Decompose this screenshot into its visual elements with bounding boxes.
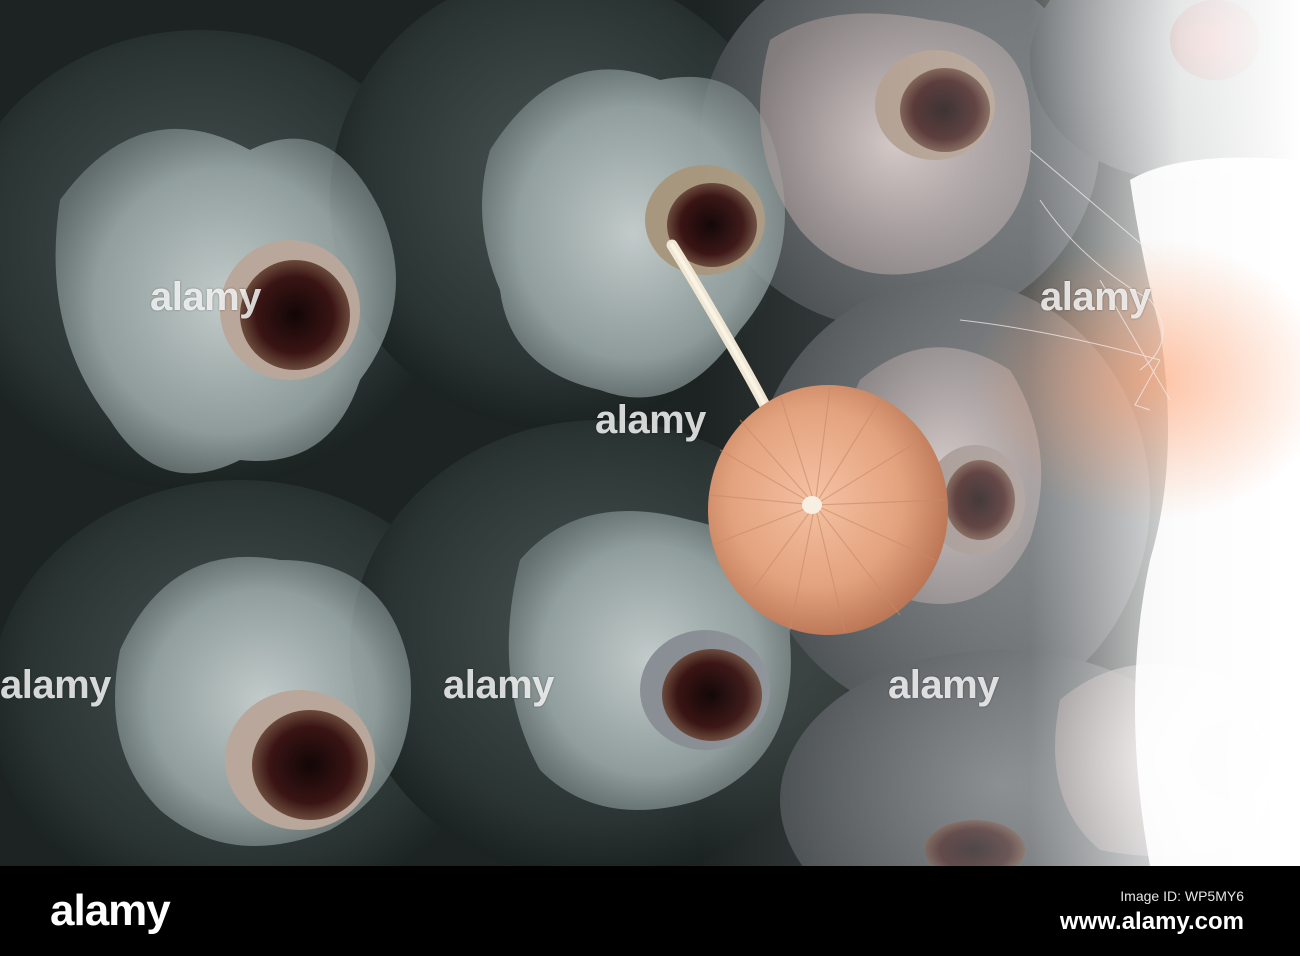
stock-photo: alamy alamy alamy alamy alamy alamy alam… [0, 0, 1300, 956]
image-meta: Image ID: WP5MY6 www.alamy.com [1060, 888, 1244, 936]
photo-illustration [0, 0, 1300, 866]
photo-mushroom-bags: alamy alamy alamy alamy alamy alamy [0, 0, 1300, 866]
site-url: www.alamy.com [1059, 908, 1244, 935]
brand-logo: alamy [50, 886, 171, 935]
stock-footer-bar: alamy Image ID: WP5MY6 www.alamy.com [0, 866, 1300, 956]
image-id-caption: Image ID: WP5MY6 [1120, 888, 1244, 904]
